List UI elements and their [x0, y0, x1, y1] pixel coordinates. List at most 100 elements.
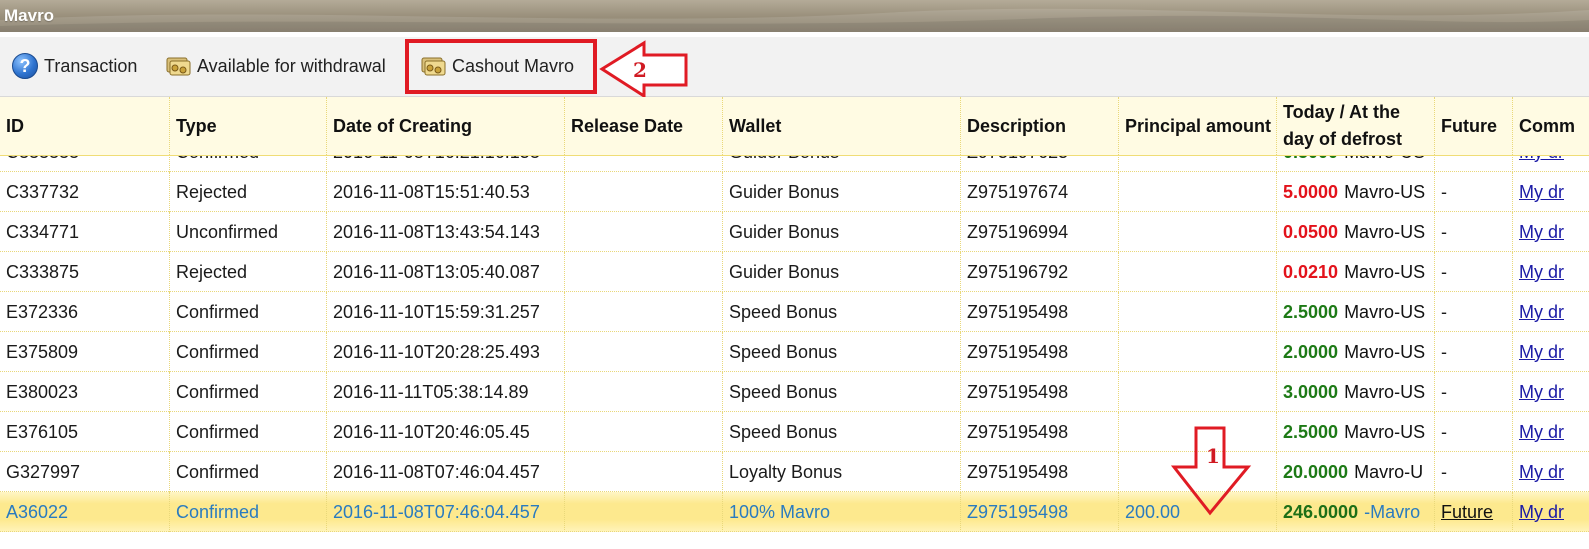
table-row-selected[interactable]: A36022 Confirmed 2016-11-08T07:46:04.457 10…	[0, 492, 1589, 532]
comment-link[interactable]: My dr	[1519, 182, 1564, 203]
cell-today: 2.5000 Mavro-US	[1277, 292, 1435, 332]
table-row[interactable]: E376105 Confirmed 2016-11-10T20:46:05.45 Sp…	[0, 412, 1589, 452]
transaction-label: Transaction	[44, 55, 138, 76]
column-header-principal-amount[interactable]: Principal amount	[1119, 97, 1277, 155]
cell-date: 2016-11-08T13:43:54.143	[327, 212, 565, 252]
comment-link[interactable]: My dr	[1519, 342, 1564, 363]
table-row[interactable]: G327997 Confirmed 2016-11-08T07:46:04.457 L…	[0, 452, 1589, 492]
cell-comment: My dr	[1513, 252, 1589, 292]
cell-principal	[1119, 252, 1277, 292]
cell-comment: My dr	[1513, 372, 1589, 412]
transactions-grid: ID Type Date of Creating Release Date Wa…	[0, 97, 1589, 549]
toolbar: ? Transaction Available for withdrawal C…	[0, 37, 1589, 97]
column-header-description[interactable]: Description	[961, 97, 1119, 155]
table-row[interactable]: C334771 Unconfirmed 2016-11-08T13:43:54.14…	[0, 212, 1589, 252]
cell-future: -	[1435, 292, 1513, 332]
cell-description: Z975195498	[961, 412, 1119, 452]
table-row[interactable]: C333875 Rejected 2016-11-08T13:05:40.087 Gu…	[0, 252, 1589, 292]
cell-type: Confirmed	[170, 492, 327, 532]
amount-value: 0.0500	[1283, 221, 1339, 242]
cell-today: 20.0000 Mavro-U	[1277, 452, 1435, 492]
cell-date: 2016-11-10T20:28:25.493	[327, 332, 565, 372]
cashout-mavro-button[interactable]: Cashout Mavro	[420, 51, 574, 81]
cell-description: Z975195498	[961, 492, 1119, 532]
amount-value: 20.0000	[1283, 461, 1349, 482]
cell-type: Rejected	[170, 252, 327, 292]
column-header-comment[interactable]: Comm	[1513, 97, 1589, 155]
cell-future: -	[1435, 332, 1513, 372]
cell-description: Z975195498	[961, 372, 1119, 412]
cell-type: Rejected	[170, 172, 327, 212]
comment-link[interactable]: My dr	[1519, 302, 1564, 323]
cell-today: 5.0000 Mavro-US	[1277, 172, 1435, 212]
cell-date: 2016-11-10T20:46:05.45	[327, 412, 565, 452]
cell-future: -	[1435, 252, 1513, 292]
future-link[interactable]: Future	[1441, 502, 1493, 523]
amount-unit: Mavro-US	[1344, 341, 1426, 362]
cell-principal	[1119, 332, 1277, 372]
table-row[interactable]: E380023 Confirmed 2016-11-11T05:38:14.89 Sp…	[0, 372, 1589, 412]
cell-wallet: Speed Bonus	[723, 292, 961, 332]
cashout-mavro-label: Cashout Mavro	[452, 55, 575, 76]
help-icon: ?	[12, 53, 38, 79]
comment-link[interactable]: My dr	[1519, 502, 1564, 523]
transaction-button[interactable]: ? Transaction	[12, 51, 137, 81]
column-header-date[interactable]: Date of Creating	[327, 97, 565, 155]
annotation-number-2: 2	[633, 58, 647, 82]
cell-future: -	[1435, 452, 1513, 492]
cell-comment: My dr	[1513, 292, 1589, 332]
cell-description: Z975196994	[961, 212, 1119, 252]
cell-description: Z975196792	[961, 252, 1119, 292]
amount-unit: Mavro-US	[1344, 221, 1426, 242]
cell-future: -	[1435, 372, 1513, 412]
column-header-wallet[interactable]: Wallet	[723, 97, 961, 155]
cell-wallet: Guider Bonus	[723, 172, 961, 212]
cell-wallet: Speed Bonus	[723, 412, 961, 452]
available-for-withdrawal-button[interactable]: Available for withdrawal	[165, 51, 386, 81]
cell-description: Z975195498	[961, 292, 1119, 332]
column-header-today[interactable]: Today / At the day of defrost	[1277, 97, 1435, 155]
cell-comment: My dr	[1513, 332, 1589, 372]
cell-type: Confirmed	[170, 412, 327, 452]
cell-wallet: Speed Bonus	[723, 332, 961, 372]
cell-id: A36022	[0, 492, 170, 532]
cell-future: Future	[1435, 492, 1513, 532]
comment-link[interactable]: My dr	[1519, 422, 1564, 443]
amount-value: 2.0000	[1283, 341, 1339, 362]
titlebar-wave-decoration	[0, 8, 1589, 32]
column-header-future[interactable]: Future	[1435, 97, 1513, 155]
column-header-release-date[interactable]: Release Date	[565, 97, 723, 155]
annotation-arrow-down	[1170, 426, 1252, 516]
cell-release	[565, 412, 723, 452]
amount-unit: Mavro-US	[1344, 381, 1426, 402]
cell-today: 246.0000 -Mavro	[1277, 492, 1435, 532]
comment-link[interactable]: My dr	[1519, 222, 1564, 243]
cell-id: C337732	[0, 172, 170, 212]
amount-value: 5.0000	[1283, 181, 1339, 202]
cell-id: E376105	[0, 412, 170, 452]
cell-date: 2016-11-10T15:59:31.257	[327, 292, 565, 332]
amount-value: 2.5000	[1283, 301, 1339, 322]
table-row[interactable]: E375809 Confirmed 2016-11-10T20:28:25.493 S…	[0, 332, 1589, 372]
cell-release	[565, 212, 723, 252]
table-row[interactable]: E372336 Confirmed 2016-11-10T15:59:31.257 S…	[0, 292, 1589, 332]
cell-today: 2.0000 Mavro-US	[1277, 332, 1435, 372]
cell-description: Z975197674	[961, 172, 1119, 212]
cell-comment: My dr	[1513, 452, 1589, 492]
column-header-type[interactable]: Type	[170, 97, 327, 155]
cell-id: E372336	[0, 292, 170, 332]
comment-link[interactable]: My dr	[1519, 382, 1564, 403]
cell-id: E375809	[0, 332, 170, 372]
amount-unit: Mavro-US	[1344, 261, 1426, 282]
amount-value: 246.0000	[1283, 501, 1359, 522]
comment-link[interactable]: My dr	[1519, 462, 1564, 483]
comment-link[interactable]: My dr	[1519, 262, 1564, 283]
cell-today: 3.0000 Mavro-US	[1277, 372, 1435, 412]
money-icon	[166, 57, 191, 76]
cell-type: Confirmed	[170, 332, 327, 372]
cell-release	[565, 292, 723, 332]
cell-date: 2016-11-08T13:05:40.087	[327, 252, 565, 292]
table-row[interactable]: C337732 Rejected 2016-11-08T15:51:40.53 Gui…	[0, 172, 1589, 212]
cell-today: 2.5000 Mavro-US	[1277, 412, 1435, 452]
column-header-id[interactable]: ID	[0, 97, 170, 155]
